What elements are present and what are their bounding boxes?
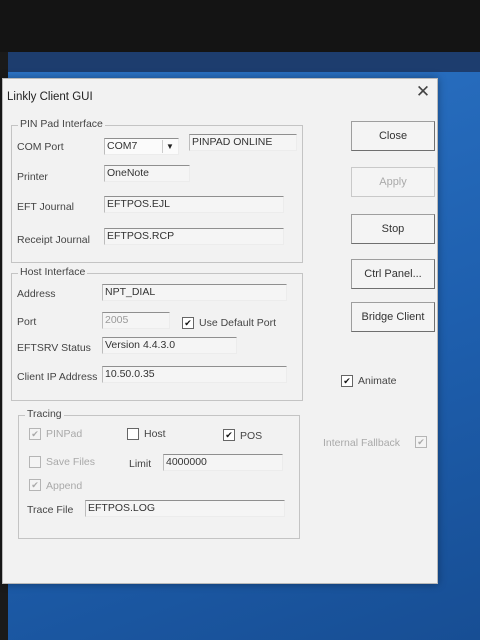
eft-journal-field[interactable]: EFTPOS.EJL xyxy=(104,196,284,213)
use-default-port-label[interactable]: Use Default Port xyxy=(199,317,276,329)
printer-label: Printer xyxy=(17,171,48,183)
ctrl-panel-button[interactable]: Ctrl Panel... xyxy=(351,259,435,289)
com-port-label: COM Port xyxy=(17,141,64,153)
port-label: Port xyxy=(17,316,37,328)
pinpad-trace-checkbox[interactable]: ✔ xyxy=(29,428,41,440)
linkly-client-window: Linkly Client GUI ✕ PIN Pad Interface CO… xyxy=(2,78,438,584)
host-trace-label[interactable]: Host xyxy=(144,428,166,440)
printer-field[interactable]: OneNote xyxy=(104,165,190,182)
trace-file-field[interactable]: EFTPOS.LOG xyxy=(85,500,285,517)
limit-field[interactable]: 4000000 xyxy=(163,454,283,471)
eftsrv-status-label: EFTSRV Status xyxy=(17,342,91,354)
address-label: Address xyxy=(17,288,56,300)
append-checkbox[interactable]: ✔ xyxy=(29,479,41,491)
save-files-checkbox[interactable] xyxy=(29,456,41,468)
limit-label: Limit xyxy=(129,458,152,470)
tracing-legend: Tracing xyxy=(25,408,64,420)
append-label: Append xyxy=(46,480,83,492)
pinpad-status-field: PINPAD ONLINE xyxy=(189,134,297,151)
eftsrv-status-field: Version 4.4.3.0 xyxy=(102,337,237,354)
window-title: Linkly Client GUI xyxy=(7,91,93,103)
tracing-group: Tracing ✔ PINPad Host ✔ POS Save Files L… xyxy=(18,408,300,539)
pinpad-trace-label: PINPad xyxy=(46,428,83,440)
host-trace-checkbox[interactable] xyxy=(127,428,139,440)
internal-fallback-checkbox[interactable]: ✔ xyxy=(415,436,427,448)
animate-label[interactable]: Animate xyxy=(358,375,397,387)
host-interface-group: Host Interface Address NPT_DIAL Port 200… xyxy=(11,266,303,401)
client-ip-address-label: Client IP Address xyxy=(17,371,98,383)
pos-trace-checkbox[interactable]: ✔ xyxy=(223,429,235,441)
com-port-select[interactable]: COM7 ▼ xyxy=(104,138,179,155)
receipt-journal-label: Receipt Journal xyxy=(17,234,90,246)
chevron-down-icon[interactable]: ▼ xyxy=(162,140,177,153)
internal-fallback-label: Internal Fallback xyxy=(323,437,401,449)
address-field[interactable]: NPT_DIAL xyxy=(102,284,287,301)
use-default-port-checkbox[interactable]: ✔ xyxy=(182,317,194,329)
host-interface-legend: Host Interface xyxy=(18,266,88,278)
pos-trace-label[interactable]: POS xyxy=(240,430,262,442)
stop-button[interactable]: Stop xyxy=(351,214,435,244)
com-port-value: COM7 xyxy=(107,140,138,152)
trace-file-label: Trace File xyxy=(27,504,74,516)
monitor-bezel xyxy=(0,0,480,52)
close-icon[interactable]: ✕ xyxy=(415,83,431,100)
save-files-label: Save Files xyxy=(46,456,96,468)
receipt-journal-field[interactable]: EFTPOS.RCP xyxy=(104,228,284,245)
eft-journal-label: EFT Journal xyxy=(17,201,74,213)
pinpad-interface-legend: PIN Pad Interface xyxy=(18,118,105,130)
close-button[interactable]: Close xyxy=(351,121,435,151)
animate-checkbox[interactable]: ✔ xyxy=(341,375,353,387)
apply-button[interactable]: Apply xyxy=(351,167,435,197)
pinpad-interface-group: PIN Pad Interface COM Port COM7 ▼ PINPAD… xyxy=(11,118,303,263)
bridge-client-button[interactable]: Bridge Client xyxy=(351,302,435,332)
client-ip-address-field: 10.50.0.35 xyxy=(102,366,287,383)
port-field[interactable]: 2005 xyxy=(102,312,170,329)
